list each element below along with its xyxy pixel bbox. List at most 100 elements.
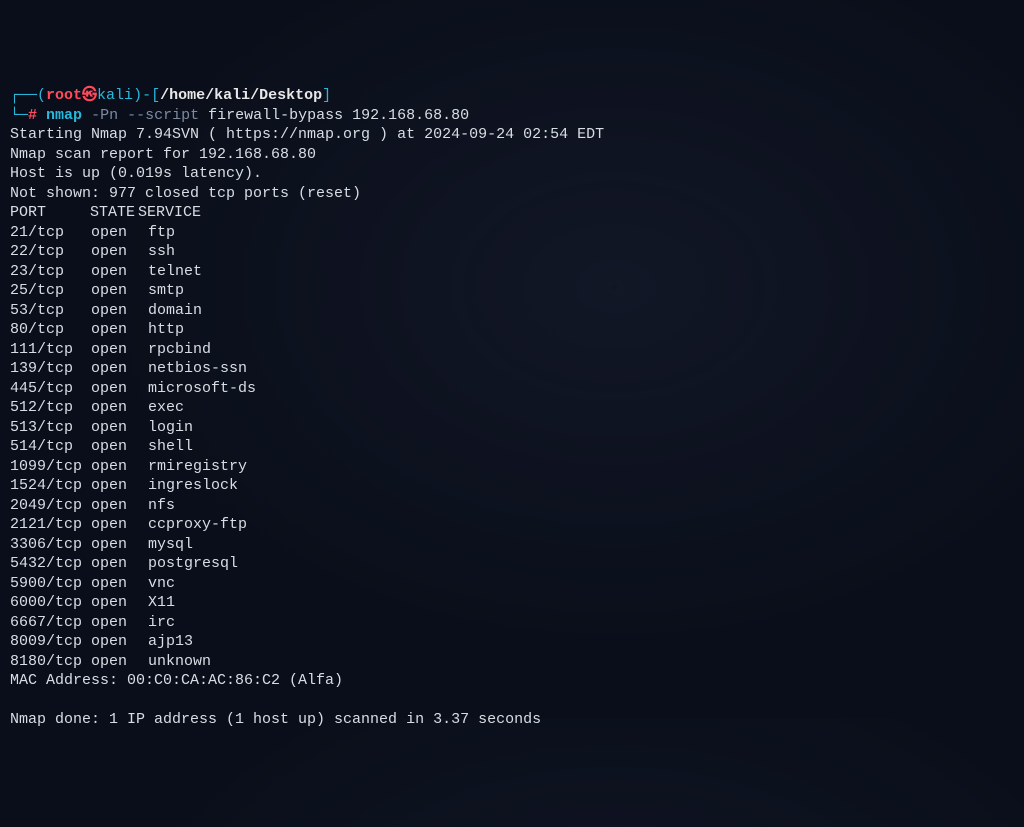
- service-cell: http: [148, 320, 184, 340]
- state-cell: open: [91, 652, 139, 672]
- port-cell: 512/tcp: [10, 398, 82, 418]
- port-row: 514/tcp open shell: [10, 437, 1014, 457]
- prompt-skull-icon: ㉿: [82, 87, 97, 104]
- prompt-line-1: ┌──(root㉿kali)-[/home/kali/Desktop]: [10, 86, 1014, 106]
- port-row: 5900/tcp open vnc: [10, 574, 1014, 594]
- prompt-line-2: └─# nmap -Pn --script firewall-bypass 19…: [10, 106, 1014, 126]
- output-host-up: Host is up (0.019s latency).: [10, 165, 262, 182]
- header-port: PORT: [10, 203, 90, 223]
- ports-header-row: PORTSTATESERVICE: [10, 203, 1014, 223]
- port-row: 2049/tcp open nfs: [10, 496, 1014, 516]
- port-cell: 111/tcp: [10, 340, 82, 360]
- port-cell: 5432/tcp: [10, 554, 82, 574]
- service-cell: smtp: [148, 281, 184, 301]
- output-done: Nmap done: 1 IP address (1 host up) scan…: [10, 711, 541, 728]
- service-cell: irc: [148, 613, 175, 633]
- state-cell: open: [91, 242, 139, 262]
- service-cell: ingreslock: [148, 476, 238, 496]
- output-mac: MAC Address: 00:C0:CA:AC:86:C2 (Alfa): [10, 672, 343, 689]
- prompt-decoration: ┌──(: [10, 87, 46, 104]
- service-cell: domain: [148, 301, 202, 321]
- service-cell: login: [148, 418, 193, 438]
- state-cell: open: [91, 496, 139, 516]
- service-cell: telnet: [148, 262, 202, 282]
- header-service: SERVICE: [138, 203, 201, 223]
- port-cell: 445/tcp: [10, 379, 82, 399]
- service-cell: microsoft-ds: [148, 379, 256, 399]
- state-cell: open: [91, 262, 139, 282]
- port-cell: 514/tcp: [10, 437, 82, 457]
- port-cell: 80/tcp: [10, 320, 82, 340]
- state-cell: open: [91, 593, 139, 613]
- port-cell: 23/tcp: [10, 262, 82, 282]
- port-cell: 21/tcp: [10, 223, 82, 243]
- state-cell: open: [91, 340, 139, 360]
- port-cell: 139/tcp: [10, 359, 82, 379]
- state-cell: open: [91, 379, 139, 399]
- service-cell: rmiregistry: [148, 457, 247, 477]
- service-cell: unknown: [148, 652, 211, 672]
- port-row: 8009/tcp open ajp13: [10, 632, 1014, 652]
- service-cell: shell: [148, 437, 193, 457]
- service-cell: ajp13: [148, 632, 193, 652]
- port-row: 2121/tcp open ccproxy-ftp: [10, 515, 1014, 535]
- output-not-shown: Not shown: 977 closed tcp ports (reset): [10, 185, 361, 202]
- service-cell: X11: [148, 593, 175, 613]
- state-cell: open: [91, 574, 139, 594]
- port-row: 8180/tcp open unknown: [10, 652, 1014, 672]
- state-cell: open: [91, 320, 139, 340]
- prompt-decoration: ]: [322, 87, 331, 104]
- port-row: 6000/tcp open X11: [10, 593, 1014, 613]
- port-row: 21/tcp open ftp: [10, 223, 1014, 243]
- port-row: 513/tcp open login: [10, 418, 1014, 438]
- service-cell: nfs: [148, 496, 175, 516]
- port-row: 80/tcp open http: [10, 320, 1014, 340]
- service-cell: ccproxy-ftp: [148, 515, 247, 535]
- state-cell: open: [91, 535, 139, 555]
- port-cell: 8180/tcp: [10, 652, 82, 672]
- output-report: Nmap scan report for 192.168.68.80: [10, 146, 316, 163]
- state-cell: open: [91, 223, 139, 243]
- state-cell: open: [91, 476, 139, 496]
- service-cell: netbios-ssn: [148, 359, 247, 379]
- prompt-user: root: [46, 87, 82, 104]
- port-cell: 25/tcp: [10, 281, 82, 301]
- prompt-decoration: )-[: [133, 87, 160, 104]
- service-cell: vnc: [148, 574, 175, 594]
- state-cell: open: [91, 301, 139, 321]
- command-name: nmap: [46, 107, 82, 124]
- ports-list: 21/tcp open ftp22/tcp open ssh23/tcp ope…: [10, 223, 1014, 672]
- service-cell: ssh: [148, 242, 175, 262]
- port-row: 445/tcp open microsoft-ds: [10, 379, 1014, 399]
- command-flags: -Pn --script: [91, 107, 199, 124]
- state-cell: open: [91, 398, 139, 418]
- command-args: firewall-bypass 192.168.68.80: [208, 107, 469, 124]
- port-row: 22/tcp open ssh: [10, 242, 1014, 262]
- port-row: 25/tcp open smtp: [10, 281, 1014, 301]
- port-cell: 8009/tcp: [10, 632, 82, 652]
- state-cell: open: [91, 515, 139, 535]
- port-cell: 3306/tcp: [10, 535, 82, 555]
- port-cell: 53/tcp: [10, 301, 82, 321]
- state-cell: open: [91, 359, 139, 379]
- state-cell: open: [91, 437, 139, 457]
- prompt-hash: #: [28, 107, 37, 124]
- state-cell: open: [91, 281, 139, 301]
- port-row: 111/tcp open rpcbind: [10, 340, 1014, 360]
- port-row: 1099/tcp open rmiregistry: [10, 457, 1014, 477]
- port-row: 512/tcp open exec: [10, 398, 1014, 418]
- port-cell: 6000/tcp: [10, 593, 82, 613]
- service-cell: rpcbind: [148, 340, 211, 360]
- service-cell: exec: [148, 398, 184, 418]
- service-cell: ftp: [148, 223, 175, 243]
- port-cell: 1099/tcp: [10, 457, 82, 477]
- terminal-output[interactable]: ┌──(root㉿kali)-[/home/kali/Desktop]└─# n…: [10, 86, 1014, 730]
- port-row: 53/tcp open domain: [10, 301, 1014, 321]
- port-row: 1524/tcp open ingreslock: [10, 476, 1014, 496]
- port-cell: 22/tcp: [10, 242, 82, 262]
- prompt-decoration: └─: [10, 107, 28, 124]
- port-row: 5432/tcp open postgresql: [10, 554, 1014, 574]
- prompt-path: /home/kali/Desktop: [160, 87, 322, 104]
- prompt-host: kali: [97, 87, 133, 104]
- port-cell: 2121/tcp: [10, 515, 82, 535]
